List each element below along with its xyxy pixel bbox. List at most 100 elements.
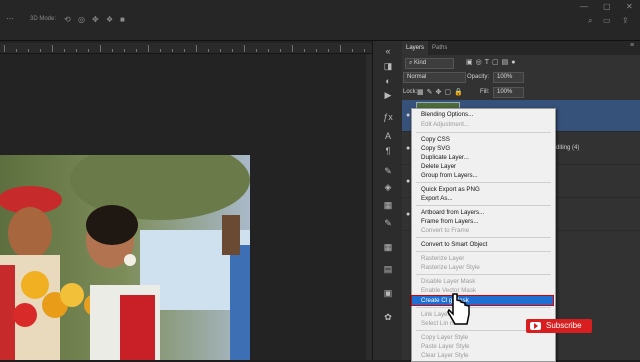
menu-item-copy-css[interactable]: Copy CSS xyxy=(421,136,450,143)
menu-separator xyxy=(416,251,551,252)
brush-icon[interactable]: ✎ xyxy=(382,217,394,229)
menu-item-copy-layer-style[interactable]: Copy Layer Style xyxy=(421,334,468,341)
ruler-tick xyxy=(364,49,365,52)
tool-strip: « ◨ ◐ ▶ ƒx A ¶ ✎ ◈ ▦ ✎ ▦ ▤ ▣ ✿ xyxy=(372,41,404,360)
orbit-icon[interactable]: ⟲ xyxy=(64,15,71,25)
options-bar: 3D Mode: ⋯ ⟲ ◎ ✥ ❖ ■ — ▢ ✕ ⌕ ▭ ⇪ xyxy=(0,0,640,41)
ruler-tick xyxy=(328,49,329,52)
visibility-eye-icon[interactable]: ● xyxy=(406,211,410,218)
hand-cursor-icon xyxy=(447,293,470,325)
slide-icon[interactable]: ❖ xyxy=(106,15,113,25)
close-icon[interactable]: ✕ xyxy=(626,2,633,12)
ruler-tick xyxy=(340,45,341,52)
tab-layers[interactable]: Layers xyxy=(402,41,429,55)
menu-item-link-layers[interactable]: Link Layer xyxy=(421,311,450,318)
menu-item-export-as[interactable]: Export As... xyxy=(421,195,453,202)
blend-mode-select[interactable]: Normal xyxy=(403,72,466,83)
opacity-input[interactable]: 100% xyxy=(493,72,524,83)
visibility-eye-icon[interactable]: ● xyxy=(406,145,410,152)
menu-item-rasterize-layer-style[interactable]: Rasterize Layer Style xyxy=(421,264,480,271)
settings-icon[interactable]: ✿ xyxy=(382,311,394,323)
ruler-tick xyxy=(16,49,17,52)
opacity-label: Opacity: xyxy=(467,74,490,80)
menu-item-artboard-from-layers[interactable]: Artboard from Layers... xyxy=(421,209,484,216)
menu-item-group-from-layers[interactable]: Group from Layers... xyxy=(421,172,478,179)
ruler-tick xyxy=(76,49,77,52)
menu-item-convert-to-frame[interactable]: Convert to Frame xyxy=(421,227,469,234)
menu-item-paste-layer-style[interactable]: Paste Layer Style xyxy=(421,343,470,350)
menu-item-disable-layer-mask[interactable]: Disable Layer Mask xyxy=(421,278,475,285)
menu-item-quick-export[interactable]: Quick Export as PNG xyxy=(421,186,480,193)
libraries-icon[interactable]: ▣ xyxy=(382,287,394,299)
ruler-tick xyxy=(124,49,125,52)
menu-separator xyxy=(416,205,551,206)
ruler-tick xyxy=(4,45,5,52)
visibility-eye-icon[interactable]: ● xyxy=(406,112,410,119)
ruler-tick xyxy=(268,49,269,52)
share-icon[interactable]: ⇪ xyxy=(622,16,629,26)
menu-separator xyxy=(416,274,551,275)
camera-icon[interactable]: ■ xyxy=(120,15,125,25)
layer-filter-select[interactable]: ⌕ Kind xyxy=(405,58,454,69)
menu-item-copy-svg[interactable]: Copy SVG xyxy=(421,145,450,152)
history-icon[interactable]: ◨ xyxy=(382,60,394,72)
lock-label: Lock: xyxy=(403,89,418,95)
menu-item-blending-options[interactable]: Blending Options... xyxy=(421,111,473,118)
ruler-tick xyxy=(280,49,281,52)
adjustments-icon[interactable]: ƒx xyxy=(382,111,394,123)
properties-icon[interactable]: ✎ xyxy=(382,165,394,177)
ruler-tick xyxy=(64,49,65,52)
paragraph-icon[interactable]: ¶ xyxy=(382,145,394,157)
panel-tabs: Layers Paths ≡ xyxy=(402,41,640,55)
ruler-tick xyxy=(100,45,101,52)
menu-item-convert-smart-object[interactable]: Convert to Smart Object xyxy=(421,241,487,248)
menu-item-clear-layer-style[interactable]: Clear Layer Style xyxy=(421,352,468,359)
ruler-tick xyxy=(172,49,173,52)
tab-paths[interactable]: Paths xyxy=(428,41,451,55)
lock-icons[interactable]: ▦✎✥▢🔒 xyxy=(417,88,466,96)
ruler-tick xyxy=(52,45,53,52)
menu-item-rasterize-layer[interactable]: Rasterize Layer xyxy=(421,255,464,262)
roll-icon[interactable]: ◎ xyxy=(78,15,85,25)
menu-separator xyxy=(416,182,551,183)
play-icon[interactable]: ▶ xyxy=(382,89,394,101)
panel-menu-icon[interactable]: ≡ xyxy=(630,42,634,49)
fill-input[interactable]: 100% xyxy=(493,87,524,98)
layer-comps-icon[interactable]: ◈ xyxy=(382,181,394,193)
ruler-tick xyxy=(244,45,245,52)
menu-item-frame-from-layers[interactable]: Frame from Layers... xyxy=(421,218,478,225)
ruler-tick xyxy=(208,49,209,52)
options-icon[interactable]: ⋯ xyxy=(6,14,14,24)
ruler-tick xyxy=(112,49,113,52)
ruler-tick xyxy=(256,49,257,52)
subscribe-badge[interactable]: Subscribe xyxy=(526,319,592,333)
ruler-tick xyxy=(148,45,149,52)
ruler-tick xyxy=(232,49,233,52)
minimize-icon[interactable]: — xyxy=(580,2,588,12)
pan-icon[interactable]: ✥ xyxy=(92,15,99,25)
ruler-tick xyxy=(316,49,317,52)
menu-separator xyxy=(416,132,551,133)
ruler-tick xyxy=(184,49,185,52)
menu-item-duplicate-layer[interactable]: Duplicate Layer... xyxy=(421,154,469,161)
table-icon[interactable]: ▤ xyxy=(382,263,394,275)
swatches-icon[interactable]: ▦ xyxy=(382,199,394,211)
ruler-tick xyxy=(136,49,137,52)
collapse-icon[interactable]: « xyxy=(382,45,394,57)
menu-item-delete-layer[interactable]: Delete Layer xyxy=(421,163,456,170)
ruler-tick xyxy=(352,49,353,52)
visibility-eye-icon[interactable]: ● xyxy=(406,178,410,185)
grid-icon[interactable]: ▦ xyxy=(382,241,394,253)
menu-separator xyxy=(416,307,551,308)
layer-name: Editing (4) xyxy=(552,145,580,151)
search-icon[interactable]: ⌕ xyxy=(588,16,592,26)
menu-item-edit-adjustment[interactable]: Edit Adjustment... xyxy=(421,121,469,128)
fill-label: Fill: xyxy=(480,89,490,95)
workspace-icon[interactable]: ▭ xyxy=(603,16,611,26)
filter-icons[interactable]: ▣◎T▢▤● xyxy=(466,58,518,66)
color-icon[interactable]: ◐ xyxy=(382,75,394,87)
ruler-tick xyxy=(88,49,89,52)
ruler-tick xyxy=(196,45,197,52)
maximize-icon[interactable]: ▢ xyxy=(603,2,611,12)
character-icon[interactable]: A xyxy=(382,130,394,142)
